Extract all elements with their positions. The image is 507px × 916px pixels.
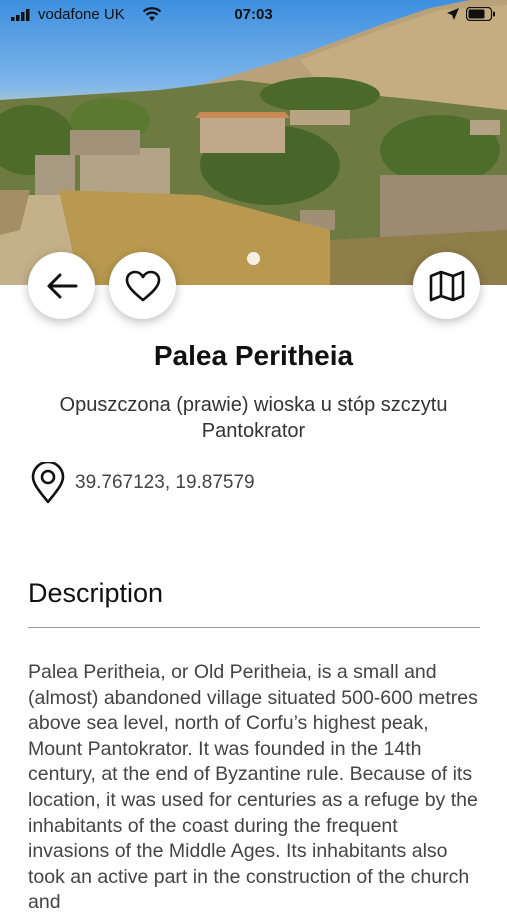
carousel-page-indicator[interactable] [247,252,260,265]
hero-image [0,0,507,285]
map-icon [429,270,464,301]
description-body: Palea Peritheia, or Old Peritheia, is a … [28,661,478,914]
village-landscape-illustration [0,0,507,285]
coordinates-text: 39.767123, 19.87579 [75,472,255,493]
heart-icon [125,270,160,301]
back-button[interactable] [28,252,95,319]
battery-icon [466,7,495,21]
place-subtitle: Opuszczona (prawie) wioska u stóp szczyt… [59,394,448,442]
status-time: 07:03 [234,6,273,23]
divider [28,627,480,628]
place-title: Palea Peritheia [153,340,354,371]
location-arrow-icon [447,8,459,20]
status-bar: vodafone UK 07:03 [0,0,507,30]
map-button[interactable] [413,252,480,319]
description-heading: Description [28,578,164,608]
arrow-left-icon [47,273,77,298]
location-pin-icon [31,462,65,504]
favorite-button[interactable] [109,252,176,319]
